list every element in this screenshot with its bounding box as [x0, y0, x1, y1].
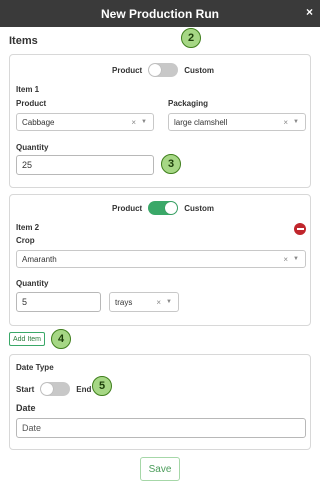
close-icon[interactable]: ×: [306, 5, 313, 19]
date-type-toggle[interactable]: [40, 382, 71, 396]
unit-select[interactable]: trays × ▼: [109, 292, 179, 312]
date-input[interactable]: [16, 418, 306, 438]
chevron-down-icon[interactable]: ▼: [166, 299, 172, 305]
packaging-select-value: large clamshell: [174, 117, 228, 127]
annotation-badge-2: 2: [181, 28, 201, 48]
item-1-type-toggle[interactable]: [148, 63, 179, 77]
packaging-label: Packaging: [168, 99, 209, 108]
clear-icon[interactable]: ×: [131, 118, 136, 127]
quantity-label: Quantity: [16, 143, 49, 152]
date-label: Date: [16, 403, 36, 413]
toggle-label-product: Product: [112, 65, 143, 75]
item-1-quantity-input[interactable]: [16, 155, 154, 175]
item-1-heading: Item 1: [16, 85, 40, 94]
item-2-quantity-input[interactable]: [16, 292, 101, 312]
crop-select-value: Amaranth: [22, 254, 57, 264]
toggle-label-start: Start: [16, 384, 35, 394]
item-2-heading: Item 2: [16, 223, 40, 232]
clear-icon[interactable]: ×: [283, 118, 288, 127]
chevron-down-icon[interactable]: ▼: [141, 119, 147, 125]
chevron-down-icon[interactable]: ▼: [293, 119, 299, 125]
annotation-badge-4: 4: [51, 329, 71, 349]
unit-select-value: trays: [115, 297, 133, 307]
annotation-badge-5: 5: [92, 376, 112, 396]
toggle-label-custom: Custom: [184, 65, 215, 75]
crop-select[interactable]: Amaranth × ▼: [16, 250, 306, 268]
quantity-label: Quantity: [16, 279, 49, 288]
date-type-toggle-group: Start End: [16, 382, 91, 396]
annotation-badge-3: 3: [161, 154, 181, 174]
packaging-select[interactable]: large clamshell × ▼: [168, 113, 306, 131]
product-label: Product: [16, 99, 47, 108]
item-1-panel: Product Custom Item 1 Product Packaging …: [9, 54, 311, 188]
toggle-label-product: Product: [112, 203, 143, 213]
toggle-knob: [149, 64, 162, 76]
item-1-type-toggle-group: Product Custom: [112, 63, 214, 77]
dialog-titlebar: New Production Run ×: [0, 0, 320, 27]
toggle-label-end: End: [76, 384, 92, 394]
save-button[interactable]: Save: [140, 457, 180, 481]
item-2-type-toggle-group: Product Custom: [112, 201, 214, 215]
clear-icon[interactable]: ×: [283, 255, 288, 264]
remove-item-icon[interactable]: [294, 223, 306, 235]
product-select-value: Cabbage: [22, 117, 55, 127]
item-2-panel: Product Custom Item 2 Crop Amaranth × ▼ Q…: [9, 194, 311, 326]
date-panel: Date Type Start End Date: [9, 354, 311, 450]
toggle-label-custom: Custom: [184, 203, 215, 213]
item-2-type-toggle[interactable]: [148, 201, 179, 215]
toggle-knob: [165, 202, 178, 214]
date-type-heading: Date Type: [16, 363, 54, 372]
dialog-title: New Production Run: [101, 6, 219, 21]
product-select[interactable]: Cabbage × ▼: [16, 113, 154, 131]
items-heading: Items: [9, 35, 38, 47]
crop-label: Crop: [16, 236, 35, 245]
add-item-button[interactable]: Add Item: [9, 332, 46, 346]
chevron-down-icon[interactable]: ▼: [293, 256, 299, 262]
clear-icon[interactable]: ×: [156, 298, 161, 307]
toggle-knob: [41, 383, 54, 395]
